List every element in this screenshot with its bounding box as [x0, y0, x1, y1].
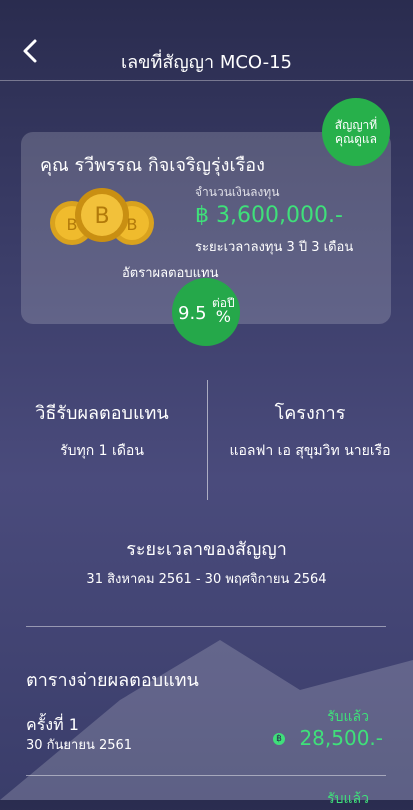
investor-name: คุณ รวีพรรณ กิจเจริญรุ่งเรือง: [40, 155, 265, 176]
payout-amount: 28,500.-: [299, 726, 383, 750]
svg-text:B: B: [67, 215, 78, 234]
svg-text:B: B: [94, 204, 109, 229]
investment-period: ระยะเวลาลงทุน 3 ปี 3 เดือน: [195, 240, 354, 255]
contract-period-range: 31 สิงหาคม 2561 - 30 พฤศจิกายน 2564: [86, 572, 327, 587]
return-rate-unit-bottom: %: [215, 307, 231, 326]
investment-label: จำนวนเงินลงทุน: [195, 185, 280, 199]
vertical-divider: [207, 380, 208, 500]
project-title: โครงการ: [274, 403, 346, 424]
svg-text:B: B: [127, 215, 138, 234]
payout-method-title: วิธีรับผลตอบแทน: [35, 403, 169, 424]
header-bar: เลขที่สัญญา MCO-15: [0, 0, 413, 81]
baht-icon: ฿: [273, 733, 285, 745]
payout-status: รับแล้ว: [327, 709, 369, 725]
coins-icon: B B B: [50, 188, 154, 245]
payout-status: รับแล้ว: [327, 791, 369, 807]
badge-line-2: คุณดูแล: [334, 132, 378, 146]
payout-date: 30 กันยายน 2561: [26, 738, 133, 753]
badge-line-1: สัญญาที่: [334, 118, 378, 132]
investment-amount: ฿ 3,600,000.-: [195, 203, 343, 228]
section-divider: [26, 626, 386, 627]
return-rate-value: 9.5: [178, 303, 207, 324]
payout-method-value: รับทุก 1 เดือน: [60, 443, 144, 459]
return-rate-unit: ต่อปี %: [212, 297, 235, 325]
project-value: แอลฟา เอ สุขุมวิท นายเรือ: [229, 443, 391, 459]
schedule-title: ตารางจ่ายผลตอบแทน: [26, 670, 199, 691]
row-divider: [26, 775, 386, 776]
owner-badge: สัญญาที่ คุณดูแล: [322, 98, 390, 166]
page-title: เลขที่สัญญา MCO-15: [120, 52, 292, 73]
contract-period-title: ระยะเวลาของสัญญา: [126, 539, 287, 560]
